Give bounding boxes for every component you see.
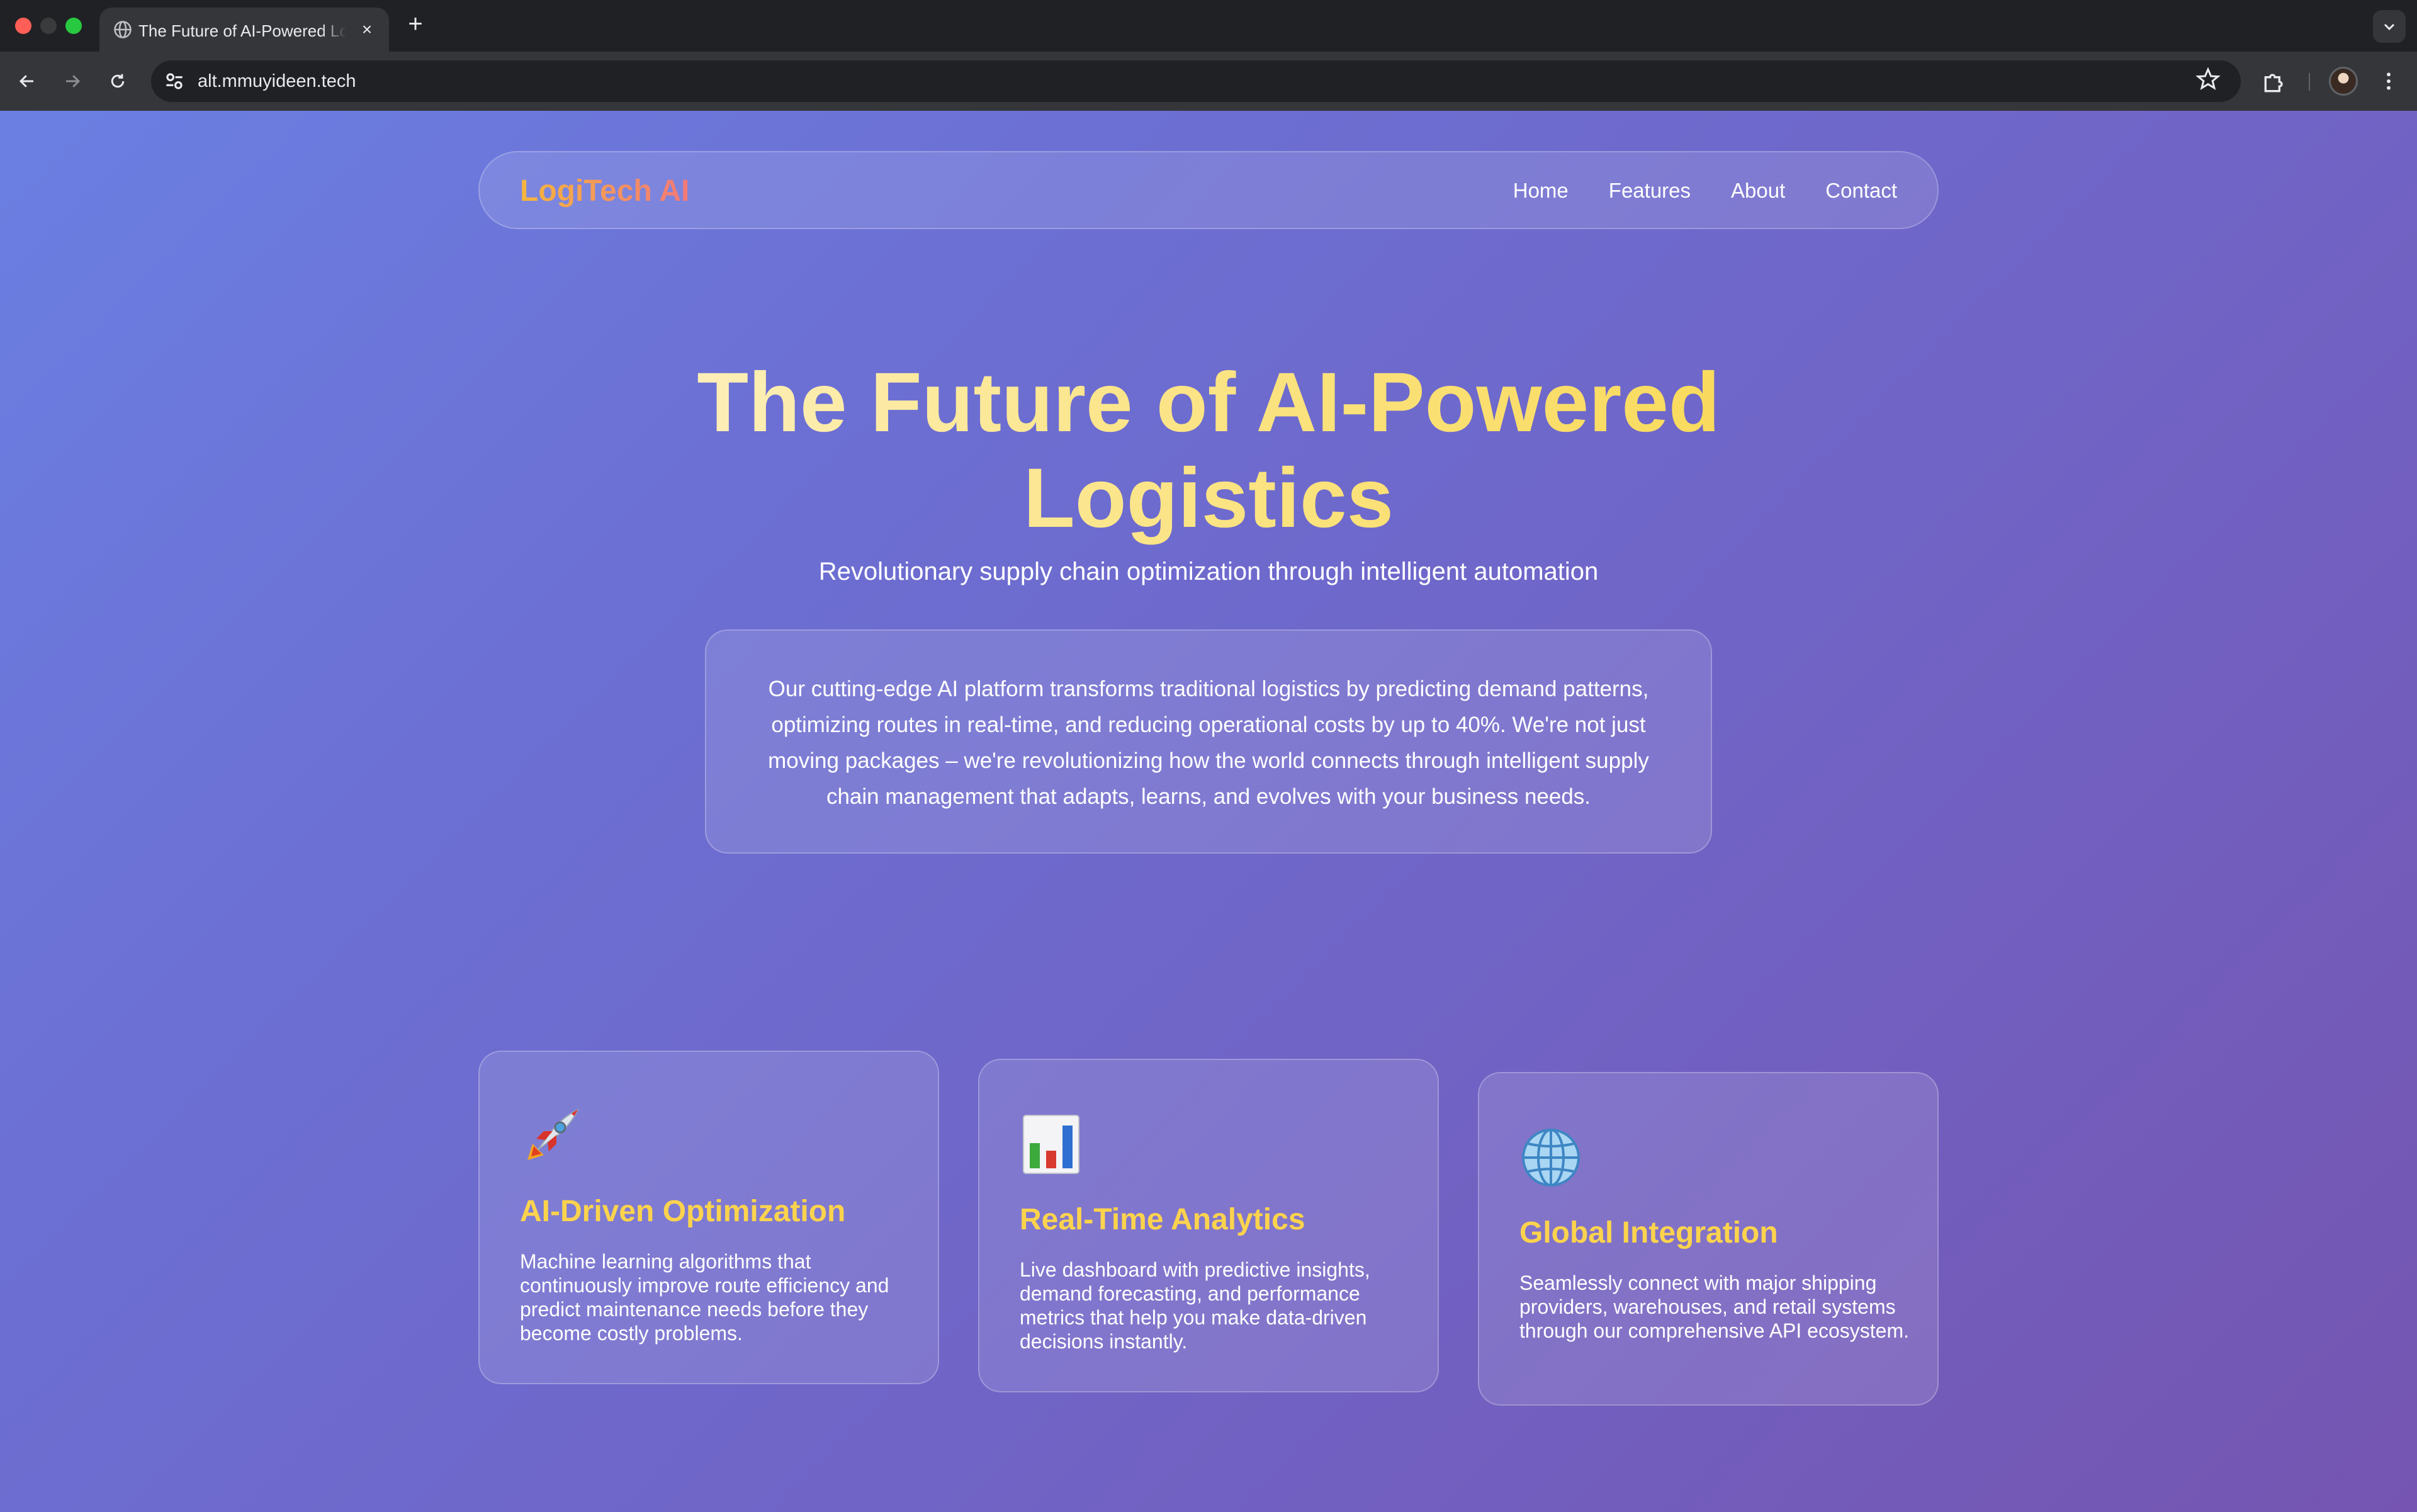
tab-search-button[interactable] — [2373, 10, 2406, 43]
site-logo[interactable]: LogiTech AI — [520, 174, 689, 208]
reload-button[interactable] — [102, 65, 133, 97]
hero-title-line-1: The Future of AI-Powered — [697, 356, 1720, 449]
toolbar-divider — [2309, 73, 2310, 91]
intro-card: Our cutting-edge AI platform transforms … — [705, 629, 1712, 854]
extensions-puzzle-icon[interactable] — [2261, 68, 2289, 96]
intro-text: Our cutting-edge AI platform transforms … — [768, 677, 1649, 809]
hero-title-line-2: Logistics — [1023, 451, 1394, 545]
browser-tab[interactable]: The Future of AI-Powered Logistics × — [99, 8, 389, 52]
feature-description: Live dashboard with predictive insights,… — [1020, 1258, 1370, 1353]
close-tab-icon[interactable]: × — [358, 20, 376, 39]
web-page: LogiTech AI Home Features About Contact … — [0, 111, 2417, 1512]
hero-title: The Future of AI-Powered Logistics — [453, 355, 1964, 546]
bar-chart-icon — [1023, 1115, 1079, 1174]
address-bar[interactable]: alt.mmuyideen.tech — [151, 60, 2241, 102]
nav-link-home[interactable]: Home — [1513, 179, 1569, 203]
arrow-right-icon — [66, 75, 81, 87]
back-button[interactable] — [11, 65, 43, 97]
minimize-window-button[interactable] — [40, 18, 57, 34]
hero-subtitle: Revolutionary supply chain optimization … — [818, 558, 1599, 585]
feature-card-optimization: AI-Driven Optimization Machine learning … — [478, 1051, 939, 1384]
maximize-window-button[interactable] — [65, 18, 82, 34]
rocket-icon — [527, 1108, 580, 1160]
feature-title: AI-Driven Optimization — [520, 1195, 846, 1228]
reload-icon — [111, 74, 125, 88]
feature-title: Real-Time Analytics — [1020, 1203, 1305, 1236]
nav-link-features[interactable]: Features — [1609, 179, 1691, 203]
forward-button[interactable] — [57, 65, 88, 97]
globe-icon — [1522, 1129, 1580, 1187]
browser-tab-bar: The Future of AI-Powered Logistics × + — [0, 0, 2417, 52]
feature-card-integration: Global Integration Seamlessly connect wi… — [1478, 1072, 1939, 1406]
arrow-left-icon — [19, 75, 33, 87]
close-window-button[interactable] — [15, 18, 31, 34]
new-tab-button[interactable]: + — [404, 11, 427, 37]
feature-description: Seamlessly connect with major shipping p… — [1519, 1272, 1909, 1342]
more-vertical-icon — [2387, 72, 2391, 90]
feature-card-analytics: Real-Time Analytics Live dashboard with … — [978, 1059, 1439, 1392]
site-info-icon[interactable] — [162, 69, 186, 93]
nav-link-about[interactable]: About — [1731, 179, 1785, 203]
site-navbar: LogiTech AI Home Features About Contact — [478, 151, 1939, 229]
browser-toolbar: alt.mmuyideen.tech — [0, 52, 2417, 111]
browser-menu-button[interactable] — [2379, 65, 2398, 97]
tab-title: The Future of AI-Powered Logistics — [138, 21, 346, 40]
bookmark-star-icon[interactable] — [2195, 67, 2221, 92]
url-text[interactable]: alt.mmuyideen.tech — [198, 71, 356, 92]
nav-link-contact[interactable]: Contact — [1825, 179, 1897, 203]
nav-links: Home Features About Contact — [1513, 179, 1897, 203]
chevron-down-icon — [2384, 23, 2395, 31]
globe-icon — [114, 21, 132, 38]
feature-description: Machine learning algorithms that continu… — [520, 1250, 889, 1345]
feature-title: Global Integration — [1519, 1216, 1778, 1250]
profile-avatar[interactable] — [2329, 67, 2358, 96]
